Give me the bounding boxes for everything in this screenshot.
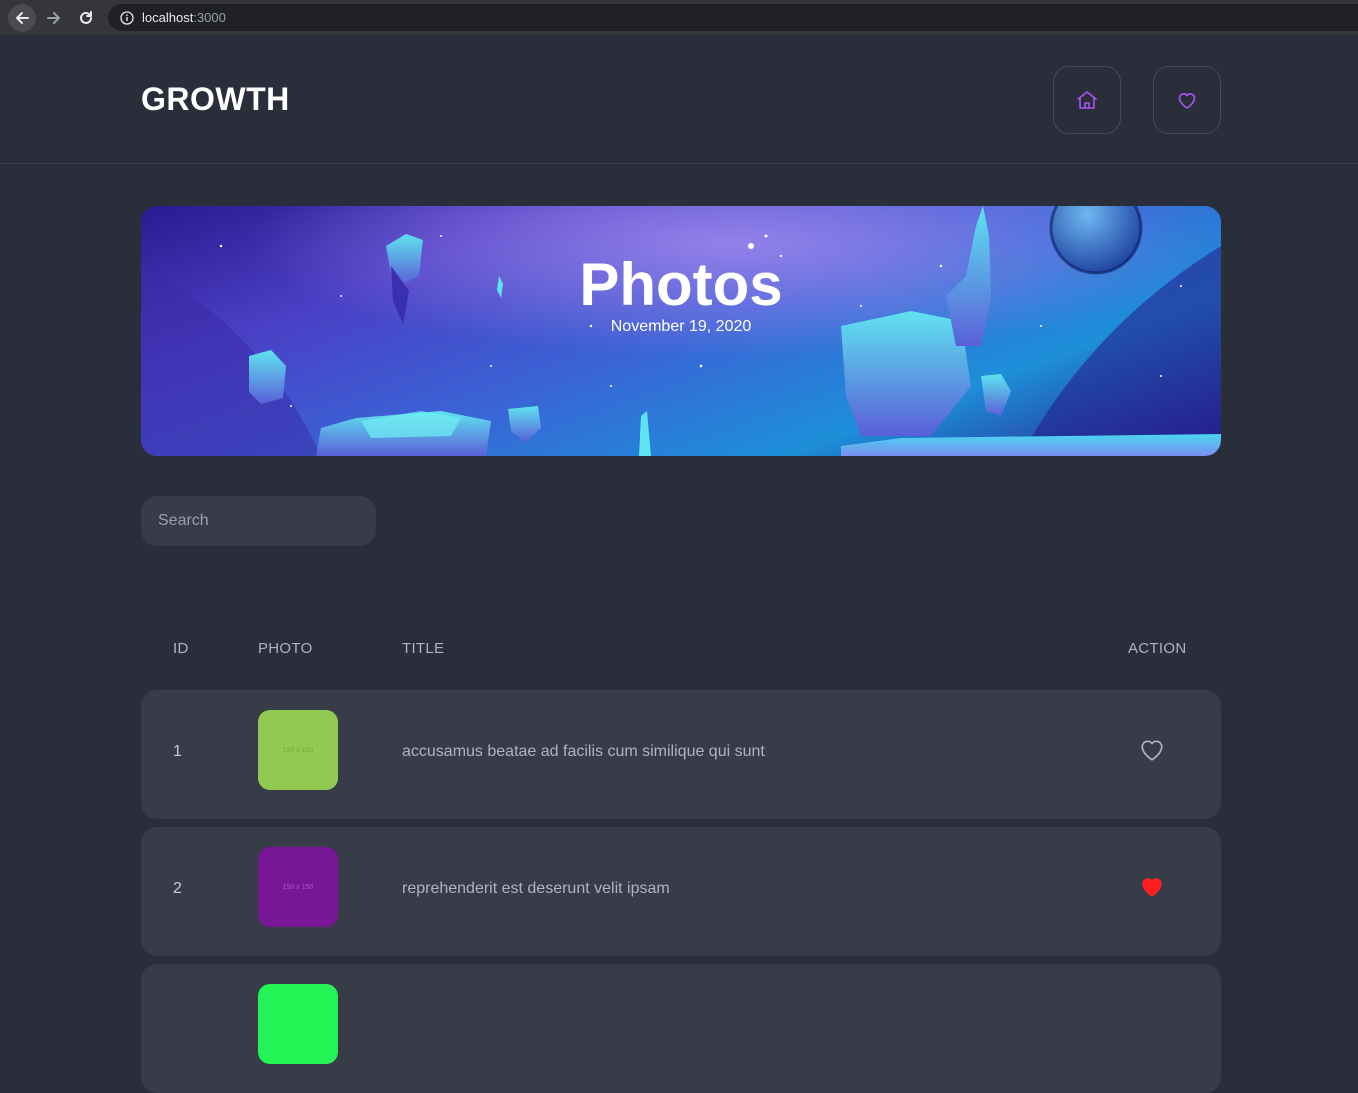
heart-icon [1178, 93, 1196, 109]
arrow-left-icon [16, 11, 29, 24]
heart-filled-icon [1142, 878, 1162, 897]
like-button[interactable] [1138, 874, 1166, 900]
address-bar[interactable]: localhost:3000 [108, 4, 1358, 31]
url-port: :3000 [193, 10, 226, 25]
table-row: 1 150 x 150 accusamus beatae ad facilis … [141, 690, 1221, 819]
hero-banner: Photos November 19, 2020 [141, 206, 1221, 456]
column-header-id: ID [173, 640, 189, 657]
thumbnail-text: 150 x 150 [282, 883, 314, 891]
app-header: GROWTH [0, 37, 1358, 164]
photo-thumbnail[interactable]: 150 x 150 [258, 847, 338, 927]
thumbnail-text: 150 x 150 [282, 746, 314, 754]
favorites-button[interactable] [1153, 66, 1221, 134]
url-host: localhost [142, 10, 194, 25]
page-title: Photos [579, 251, 783, 318]
row-id: 2 [173, 880, 182, 897]
logo[interactable]: GROWTH [141, 81, 290, 118]
info-icon [120, 10, 134, 25]
row-id: 1 [173, 743, 182, 760]
reload-icon [80, 10, 92, 24]
reload-button[interactable] [72, 4, 100, 32]
column-header-title: TITLE [402, 640, 445, 657]
arrow-right-icon [47, 11, 60, 24]
search-input[interactable] [141, 496, 376, 546]
table-row [141, 964, 1221, 1093]
row-title: accusamus beatae ad facilis cum similiqu… [402, 743, 765, 760]
column-header-photo: PHOTO [258, 640, 313, 657]
home-icon [1077, 91, 1097, 109]
row-title: reprehenderit est deserunt velit ipsam [402, 880, 670, 897]
like-button[interactable] [1138, 737, 1166, 763]
table-row: 2 150 x 150 reprehenderit est deserunt v… [141, 827, 1221, 956]
photo-thumbnail[interactable] [258, 984, 338, 1064]
home-button[interactable] [1053, 66, 1121, 134]
back-button[interactable] [8, 3, 36, 32]
browser-toolbar: localhost:3000 [0, 0, 1358, 35]
column-header-action: ACTION [1128, 640, 1187, 657]
photo-thumbnail[interactable]: 150 x 150 [258, 710, 338, 790]
heart-outline-icon [1141, 740, 1163, 761]
forward-button[interactable] [40, 4, 68, 32]
banner-date: November 19, 2020 [610, 318, 752, 335]
